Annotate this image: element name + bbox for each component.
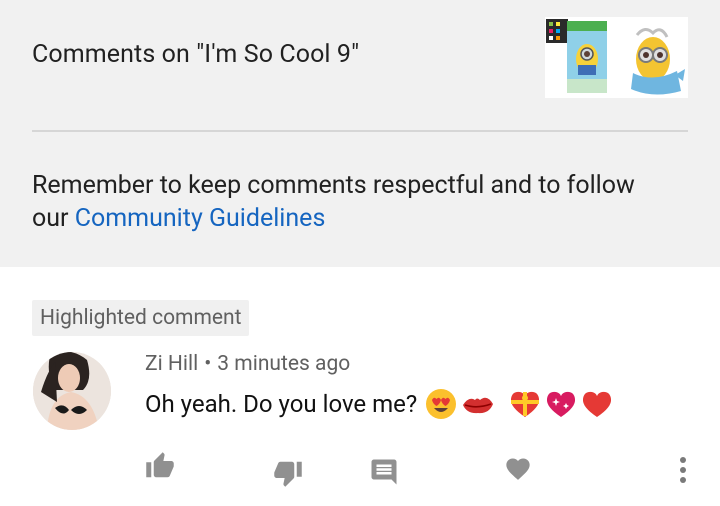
reply-button[interactable] bbox=[367, 455, 401, 489]
comment-author[interactable]: Zi Hill bbox=[145, 352, 198, 376]
comment-reply-icon bbox=[371, 459, 397, 485]
dislike-button[interactable] bbox=[270, 456, 306, 490]
comment-body: Oh yeah. Do you love me? bbox=[145, 388, 613, 420]
meta-separator: • bbox=[204, 352, 212, 376]
comment-meta: Zi Hill • 3 minutes ago bbox=[145, 352, 350, 376]
more-options-button[interactable] bbox=[668, 452, 698, 488]
heart-icon bbox=[506, 458, 530, 480]
header-divider bbox=[32, 130, 688, 132]
avatar[interactable] bbox=[33, 352, 111, 430]
video-thumbnail[interactable] bbox=[545, 17, 688, 98]
community-guidelines-link[interactable]: Community Guidelines bbox=[75, 204, 326, 233]
heart-with-ribbon-emoji bbox=[511, 391, 540, 417]
comment-time: 3 minutes ago bbox=[217, 352, 351, 376]
like-button[interactable] bbox=[142, 449, 178, 483]
more-vert-icon bbox=[680, 457, 686, 483]
comment-emojis bbox=[425, 388, 613, 420]
comments-header: Comments on "I'm So Cool 9" Remember to … bbox=[0, 0, 720, 267]
guidelines-reminder: Remember to keep comments respectful and… bbox=[32, 169, 672, 235]
red-heart-emoji bbox=[583, 391, 612, 417]
thumb-down-icon bbox=[274, 461, 302, 487]
comments-title: Comments on "I'm So Cool 9" bbox=[32, 40, 360, 69]
heart-button[interactable] bbox=[501, 452, 535, 486]
avatar-image bbox=[33, 352, 111, 430]
comment-text: Oh yeah. Do you love me? bbox=[145, 390, 418, 418]
thumb-up-icon bbox=[146, 452, 174, 478]
kiss-mark-emoji bbox=[463, 397, 494, 414]
highlighted-comment-badge: Highlighted comment bbox=[32, 300, 250, 336]
sparkling-heart-emoji bbox=[547, 391, 576, 417]
heart-eyes-emoji bbox=[426, 389, 457, 419]
video-thumbnail-art bbox=[545, 17, 688, 98]
